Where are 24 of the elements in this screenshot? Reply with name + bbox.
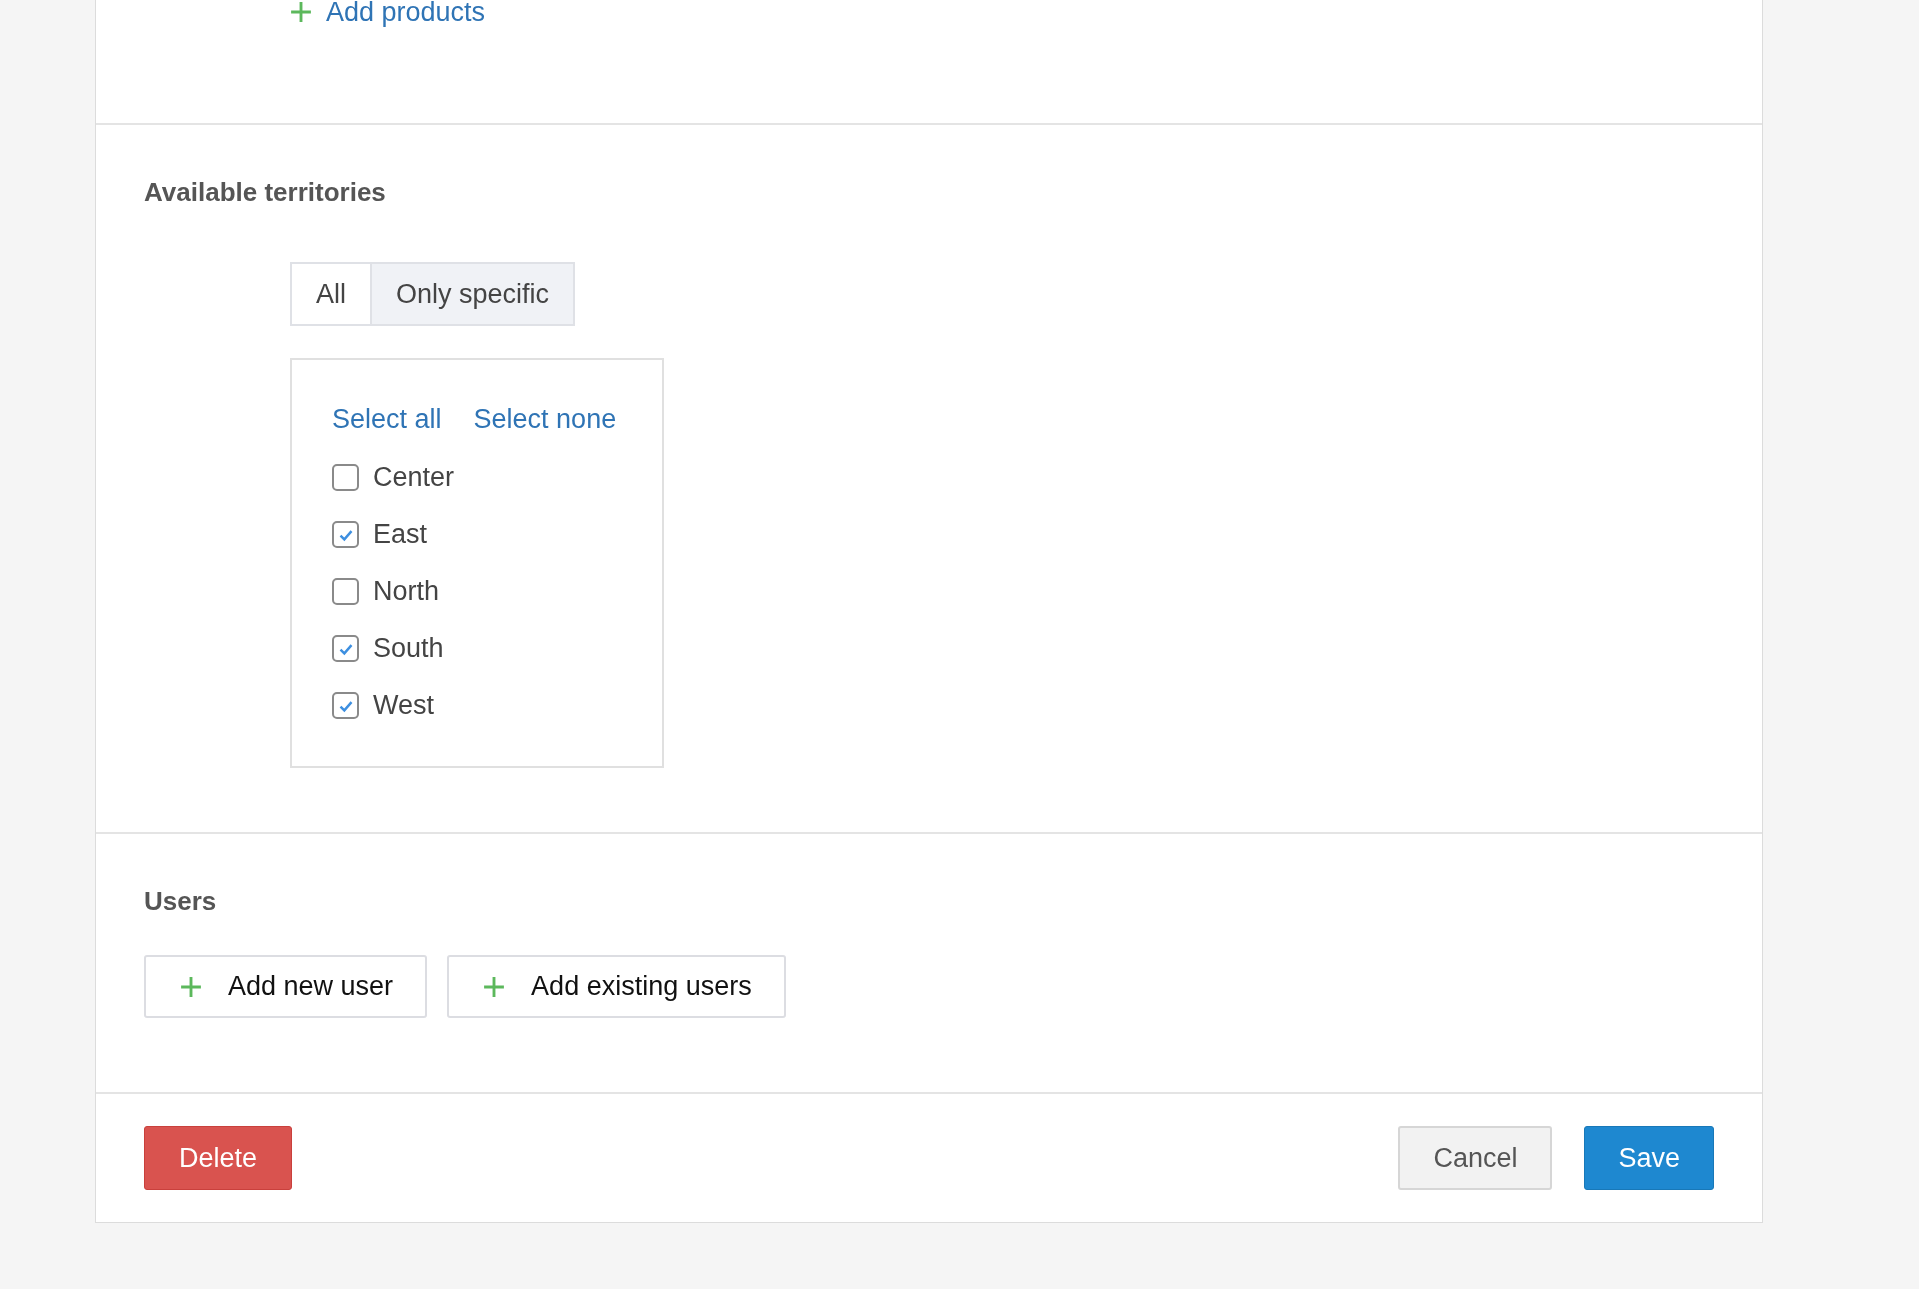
checkbox[interactable]: [332, 578, 359, 605]
plus-icon: [483, 975, 506, 998]
checkbox[interactable]: [332, 521, 359, 548]
territory-label: Center: [373, 462, 455, 493]
territory-label: East: [373, 519, 428, 550]
mode-toggle-option[interactable]: Only specific: [370, 264, 574, 324]
territory-label: West: [373, 690, 434, 721]
territory-label: North: [373, 576, 440, 607]
plus-icon: [180, 975, 202, 998]
section-title: Available territories: [144, 177, 387, 208]
delete-button[interactable]: Delete: [144, 1126, 293, 1190]
save-button[interactable]: Save: [1584, 1126, 1714, 1190]
checkbox[interactable]: [332, 692, 359, 719]
add-existing-users-button[interactable]: Add existing users: [447, 955, 786, 1018]
select-none-link[interactable]: Select none: [473, 404, 617, 435]
checkbox[interactable]: [332, 464, 359, 491]
plus-icon: [290, 1, 312, 23]
cancel-button[interactable]: Cancel: [1398, 1126, 1553, 1190]
add-new-user-button[interactable]: Add new user: [144, 955, 428, 1018]
territory-label: South: [373, 633, 444, 664]
section-title: Users: [144, 886, 218, 917]
add-products-link[interactable]: Add products: [290, 0, 486, 28]
checkbox[interactable]: [332, 635, 359, 662]
select-all-link[interactable]: Select all: [332, 404, 442, 435]
